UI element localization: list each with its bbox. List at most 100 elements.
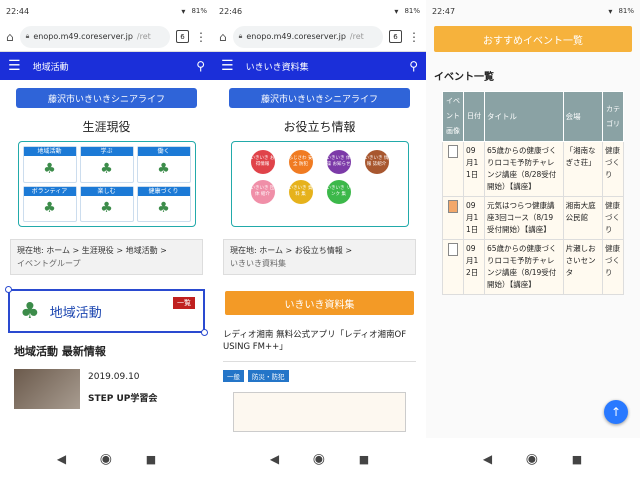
event-venue: 湘南大庭公民館 (562, 196, 604, 240)
url-field[interactable]: 🔒︎ enopo.m49.coreserver.jp/ret (19, 25, 170, 48)
back-icon[interactable]: ◀ (483, 452, 492, 466)
event-list-title: イベント一覧 (434, 72, 494, 83)
status-time: 22:47 (432, 6, 456, 16)
col-header: 日付 (462, 91, 485, 142)
recommend-events-button[interactable]: おすすめイベント一覧 (434, 26, 632, 52)
event-date: 09月11日 (462, 196, 485, 240)
event-title[interactable]: 65歳からの健康づくりロコモ予防チャレンジ講座（8/19受付開始）【講座】 (483, 239, 564, 295)
tile-label: 健康づくり (137, 186, 190, 196)
home-button-icon[interactable]: ◉ (313, 451, 325, 467)
arrow-up-icon: ↑ (610, 405, 622, 419)
menu-icon[interactable]: ⋮ (408, 30, 420, 44)
news-item[interactable]: 2019.09.10 STEP UP学習会 (14, 369, 199, 409)
info-circle-button[interactable]: いきいき リンク 集 (326, 180, 351, 204)
event-date: 09月11日 (462, 141, 485, 197)
tag-list: 一般 防災・防犯 (223, 370, 416, 382)
search-icon[interactable]: ⚲ (409, 59, 418, 73)
tab-switcher-button[interactable]: 6 (389, 30, 402, 43)
col-header: カテゴリ (602, 91, 624, 142)
event-title[interactable]: 元気はつらつ健康講座3回コース（8/19受付開始）【講座】 (483, 196, 564, 240)
battery-level: 81% (191, 7, 207, 15)
tab-switcher-button[interactable]: 6 (176, 30, 189, 43)
news-title[interactable]: STEP UP学習会 (88, 391, 157, 407)
table-row[interactable]: 09月11日 65歳からの健康づくりロコモ予防チャレンジ講座（8/28受付開始）… (442, 141, 624, 197)
url-text: enopo.m49.coreserver.jp (246, 32, 346, 41)
site-nav: ☰ 地域活動 ⚲ (0, 52, 213, 80)
list-button[interactable]: 一覧 (173, 297, 195, 309)
nav-group: ◀ ◉ ■ (426, 438, 639, 480)
menu-icon[interactable]: ⋮ (195, 30, 207, 44)
info-circle-button[interactable]: いきいき 資料 集 (288, 180, 313, 204)
wifi-icon: ▾ (608, 6, 613, 16)
hamburger-icon[interactable]: ☰ (8, 58, 21, 74)
scroll-top-button[interactable]: ↑ (604, 400, 628, 424)
browser-toolbar: ⌂ 🔒︎ enopo.m49.coreserver.jp/ret 6 ⋮ (0, 22, 213, 52)
status-time: 22:46 (219, 6, 243, 16)
event-date: 09月12日 (462, 239, 485, 295)
home-button-icon[interactable]: ◉ (100, 451, 112, 467)
info-circle-button[interactable]: いきいき 情報 誌紹介 (364, 150, 389, 174)
site-banner[interactable]: 藤沢市いきいきシニアライフ (16, 88, 197, 108)
breadcrumb-path[interactable]: 現在地: ホーム > お役立ち情報 > (230, 244, 409, 257)
category-label: 地域活動 (49, 305, 102, 321)
url-tail: /ret (136, 32, 151, 41)
battery-level: 81% (618, 7, 634, 15)
info-circle-button[interactable]: いきいき 団体 紹介 (250, 180, 275, 204)
breadcrumb: 現在地: ホーム > 生涯現役 > 地域活動 > イベントグループ (10, 239, 203, 275)
event-category: 健康づくり (602, 141, 624, 197)
col-header: 会場 (562, 91, 604, 142)
recents-icon[interactable]: ■ (572, 453, 582, 466)
tile-label: ボランティア (23, 186, 76, 196)
url-text: enopo.m49.coreserver.jp (33, 32, 133, 41)
shiryoshu-button[interactable]: いきいき資料集 (225, 291, 414, 315)
site-banner[interactable]: 藤沢市いきいきシニアライフ (229, 88, 410, 108)
battery-level: 81% (404, 7, 420, 15)
tile-manabu[interactable]: 学ぶ ♣ (79, 146, 134, 183)
tile-hataraku[interactable]: 働く ♣ (136, 146, 191, 183)
article-link[interactable]: レディオ湘南 無料公式アプリ「レディオ湘南OF USING FM++」 (223, 329, 416, 362)
category-header-selected[interactable]: ♣ 地域活動 一覧 (5, 286, 208, 336)
back-icon[interactable]: ◀ (270, 452, 279, 466)
recents-icon[interactable]: ■ (146, 453, 156, 466)
tile-tanoshimu[interactable]: 楽しむ ♣ (79, 185, 134, 222)
news-heading: 地域活動 最新情報 (14, 345, 106, 358)
table-row[interactable]: 09月11日 元気はつらつ健康講座3回コース（8/19受付開始）【講座】 湘南大… (442, 196, 624, 240)
tile-kenko[interactable]: 健康づくり ♣ (136, 185, 191, 222)
info-circle-button[interactable]: ふじさわ 安全 防犯 (288, 150, 313, 174)
search-icon[interactable]: ⚲ (196, 59, 205, 73)
nav-group: ◀ ◉ ■ (0, 438, 213, 480)
selection-handle[interactable] (5, 286, 12, 293)
back-icon[interactable]: ◀ (57, 452, 66, 466)
recents-icon[interactable]: ■ (359, 453, 369, 466)
document-icon (447, 145, 458, 158)
document-icon (447, 243, 458, 256)
breadcrumb-current: イベントグループ (17, 259, 81, 268)
home-icon[interactable]: ⌂ (6, 30, 14, 44)
tile-volunteer[interactable]: ボランティア ♣ (22, 185, 77, 222)
hamburger-icon[interactable]: ☰ (221, 58, 234, 74)
tile-chiiki[interactable]: 地域活動 ♣ (22, 146, 77, 183)
breadcrumb: 現在地: ホーム > お役立ち情報 > いきいき資料集 (223, 239, 416, 275)
table-row[interactable]: 09月12日 65歳からの健康づくりロコモ予防チャレンジ講座（8/19受付開始）… (442, 239, 624, 295)
status-bar: 22:46 ▾ 81% (213, 0, 426, 22)
info-circle-button[interactable]: いきいき お得情報 (250, 150, 275, 174)
site-nav: ☰ いきいき資料集 ⚲ (213, 52, 426, 80)
tag[interactable]: 一般 (223, 370, 244, 382)
event-title[interactable]: 65歳からの健康づくりロコモ予防チャレンジ講座（8/28受付開始）【講座】 (483, 141, 564, 197)
section-title: お役立ち情報 (283, 120, 356, 134)
article-image (233, 392, 406, 432)
home-button-icon[interactable]: ◉ (526, 451, 538, 467)
event-venue: 「湘南なぎさ荘」 (562, 141, 604, 197)
breadcrumb-current: いきいき資料集 (230, 259, 286, 268)
wifi-icon: ▾ (394, 6, 399, 16)
mascot-icon: ♣ (100, 200, 113, 217)
status-time: 22:44 (6, 6, 30, 16)
selection-handle[interactable] (201, 329, 208, 336)
event-image (442, 141, 464, 197)
news-date: 2019.09.10 (88, 372, 140, 382)
url-field[interactable]: 🔒︎ enopo.m49.coreserver.jp/ret (232, 25, 383, 48)
tag[interactable]: 防災・防犯 (248, 370, 289, 382)
home-icon[interactable]: ⌂ (219, 30, 227, 44)
breadcrumb-path[interactable]: 現在地: ホーム > 生涯現役 > 地域活動 > (17, 244, 196, 257)
info-circle-button[interactable]: いきいき 体操 お知らせ (326, 150, 351, 174)
